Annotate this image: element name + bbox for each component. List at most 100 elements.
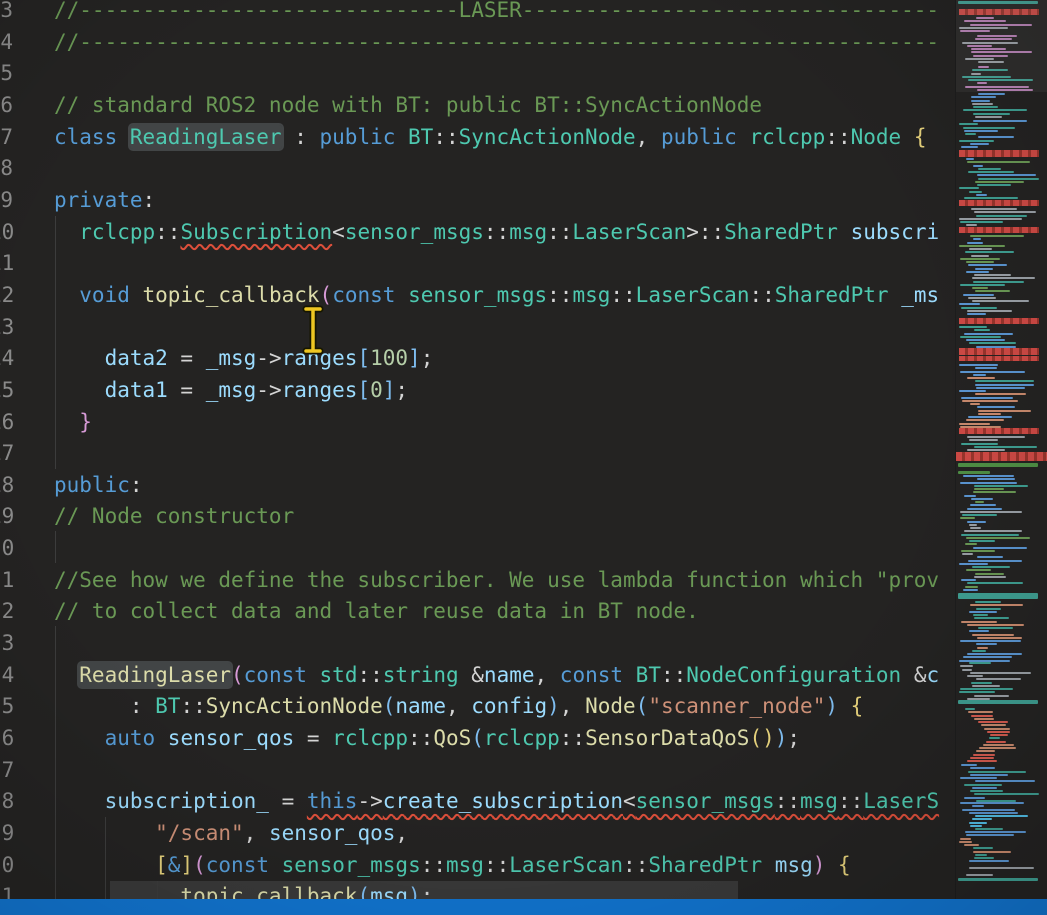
code-line[interactable]: 24ReadingLaser(const std::string &name, … <box>0 659 955 691</box>
line-number[interactable]: 25 <box>0 690 13 722</box>
code-token: :: <box>838 789 863 813</box>
code-line[interactable]: 23 <box>0 627 955 659</box>
code-token: SharedPtr <box>775 283 889 307</box>
code-token: ( <box>320 283 333 307</box>
minimap-row <box>972 103 993 105</box>
minimap-row <box>974 488 1004 490</box>
code-token: create_subscription <box>383 789 623 813</box>
code-line[interactable]: 9private: <box>0 184 955 216</box>
line-number[interactable]: 9 <box>0 184 13 216</box>
minimap-row <box>973 374 986 376</box>
line-number[interactable]: 11 <box>0 247 13 279</box>
code-token: const <box>244 663 307 687</box>
line-number[interactable]: 31 <box>0 880 13 899</box>
code-token: // standard ROS2 node with BT: public BT… <box>54 93 762 117</box>
line-number[interactable]: 19 <box>0 500 13 532</box>
code-line[interactable]: 17 <box>0 437 955 469</box>
line-number[interactable]: 27 <box>0 754 13 786</box>
code-line[interactable]: 21//See how we define the subscriber. We… <box>0 564 955 596</box>
code-line[interactable]: 19// Node constructor <box>0 500 955 532</box>
code-line[interactable]: 11 <box>0 247 955 279</box>
code-token: Node <box>851 125 902 149</box>
code-line[interactable]: 27 <box>0 754 955 786</box>
code-line[interactable]: 13 <box>0 311 955 343</box>
line-number[interactable]: 28 <box>0 785 13 817</box>
line-number[interactable]: 4 <box>0 26 13 58</box>
line-number[interactable]: 7 <box>0 121 13 153</box>
code-line[interactable]: 26auto sensor_qos = rclcpp::QoS(rclcpp::… <box>0 722 955 754</box>
line-number[interactable]: 23 <box>0 627 13 659</box>
minimap-row <box>961 397 1013 399</box>
line-number[interactable]: 29 <box>0 817 13 849</box>
code-line[interactable]: 14data2 = _msg->ranges[100]; <box>0 342 955 374</box>
code-line[interactable]: 18public: <box>0 469 955 501</box>
line-number[interactable]: 15 <box>0 374 13 406</box>
minimap[interactable] <box>955 0 1047 899</box>
line-number[interactable]: 21 <box>0 564 13 596</box>
code-token: BT <box>636 663 661 687</box>
code-line[interactable]: 25: BT::SyncActionNode(name, config), No… <box>0 690 955 722</box>
line-number[interactable]: 22 <box>0 595 13 627</box>
minimap-row <box>978 178 1039 180</box>
line-number[interactable]: 10 <box>0 216 13 248</box>
line-number[interactable]: 30 <box>0 849 13 881</box>
line-number[interactable]: 14 <box>0 342 13 374</box>
line-number[interactable]: 16 <box>0 406 13 438</box>
minimap-error-bar <box>956 452 1047 461</box>
code-text: void topic_callback(const sensor_msgs::m… <box>54 279 939 311</box>
minimap-row <box>975 828 1003 830</box>
code-editor-area[interactable]: 3//------------------------------LASER--… <box>0 0 955 899</box>
code-token <box>737 125 750 149</box>
code-token <box>130 283 143 307</box>
code-line[interactable]: 28subscription_ = this->create_subscript… <box>0 785 955 817</box>
minimap-row <box>984 728 1010 730</box>
code-line[interactable]: 29"/scan", sensor_qos, <box>0 817 955 849</box>
code-token: = <box>269 789 307 813</box>
minimap-row <box>971 498 993 500</box>
minimap-row <box>960 802 1024 804</box>
code-line[interactable]: 20 <box>0 532 955 564</box>
code-line[interactable]: 5 <box>0 57 955 89</box>
minimap-row <box>977 184 1011 186</box>
code-line[interactable]: 30 [&](const sensor_msgs::msg::LaserScan:… <box>0 849 955 881</box>
line-number[interactable]: 12 <box>0 279 13 311</box>
code-line[interactable]: 15data1 = _msg->ranges[0]; <box>0 374 955 406</box>
code-token: :: <box>560 726 585 750</box>
code-text: // to collect data and later reuse data … <box>54 595 699 627</box>
code-token: } <box>79 410 92 434</box>
minimap-viewport-slider[interactable] <box>956 0 1047 92</box>
code-line[interactable]: 22 // to collect data and later reuse dat… <box>0 595 955 627</box>
code-line[interactable]: 16} <box>0 406 955 438</box>
status-bar[interactable] <box>0 899 1047 915</box>
code-line[interactable]: 12 void topic_callback(const sensor_msgs:… <box>0 279 955 311</box>
line-number[interactable]: 17 <box>0 437 13 469</box>
minimap-row <box>976 387 1025 389</box>
code-text: [&](const sensor_msgs::msg::LaserScan::S… <box>54 849 851 881</box>
minimap-row <box>966 537 1030 539</box>
line-number[interactable]: 8 <box>0 152 13 184</box>
code-token: < <box>332 220 345 244</box>
minimap-row <box>981 724 1006 726</box>
line-number[interactable]: 20 <box>0 532 13 564</box>
code-line[interactable]: 4 //-------------------------------------… <box>0 26 955 58</box>
line-number[interactable]: 18 <box>0 469 13 501</box>
code-line[interactable]: 6 // standard ROS2 node with BT: public B… <box>0 89 955 121</box>
line-number[interactable]: 24 <box>0 659 13 691</box>
line-number[interactable]: 13 <box>0 311 13 343</box>
line-number[interactable]: 3 <box>0 0 13 26</box>
code-line[interactable]: 7class ReadingLaser : public BT::SyncAct… <box>0 121 955 153</box>
minimap-row <box>962 669 972 671</box>
line-number[interactable]: 26 <box>0 722 13 754</box>
code-line[interactable]: 10rclcpp::Subscription<sensor_msgs::msg:… <box>0 216 955 248</box>
code-token: , <box>636 125 661 149</box>
code-token: -> <box>357 789 382 813</box>
minimap-row <box>969 439 998 441</box>
line-number[interactable]: 5 <box>0 57 13 89</box>
line-number[interactable]: 6 <box>0 89 13 121</box>
minimap-row <box>973 113 1010 115</box>
code-line[interactable]: 31topic_callback(msg); <box>0 880 955 899</box>
code-token: //--------------------------------------… <box>54 30 939 54</box>
minimap-row <box>962 400 1018 402</box>
code-line[interactable]: 8 <box>0 152 955 184</box>
code-line[interactable]: 3//------------------------------LASER--… <box>0 0 955 26</box>
